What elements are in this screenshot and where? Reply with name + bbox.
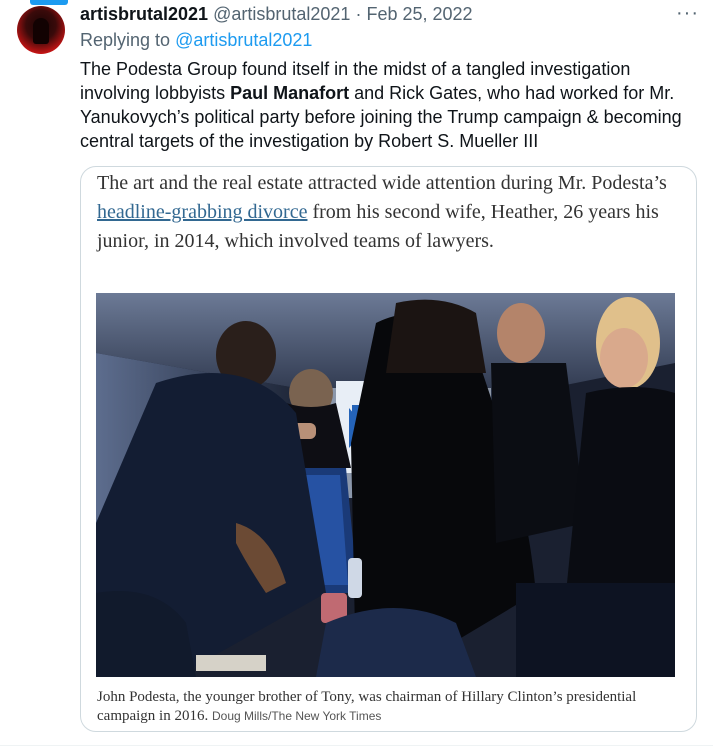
tweet-header: artisbrutal2021 @artisbrutal2021 · Feb 2… [80,4,693,26]
divorce-link[interactable]: headline-grabbing divorce [97,201,307,223]
article-photo: Cl K hillary [96,293,675,677]
airplane-cabin-photo: Cl K hillary [96,293,675,677]
display-name[interactable]: artisbrutal2021 [80,4,208,24]
article-excerpt: The art and the real estate attracted wi… [97,169,687,256]
replying-to-label: Replying to [80,30,171,50]
tweet-date[interactable]: Feb 25, 2022 [366,4,472,24]
more-options-icon[interactable]: ··· [676,2,699,25]
handle[interactable]: @artisbrutal2021 [213,4,350,24]
excerpt-part1: The art and the real estate attracted wi… [97,172,667,194]
divider [0,745,713,746]
photo-caption: John Podesta, the younger brother of Ton… [97,688,682,726]
tweet-text: The Podesta Group found itself in the mi… [80,57,700,153]
separator: · [355,4,362,24]
replying-to-handle-link[interactable]: @artisbrutal2021 [175,30,312,50]
attached-image-card[interactable]: The art and the real estate attracted wi… [80,166,697,732]
avatar-figure [33,18,49,44]
tweet-text-bold: Paul Manafort [230,83,350,103]
photo-credit: Doug Mills/The New York Times [211,709,382,723]
avatar[interactable] [17,6,65,54]
replying-to: Replying to @artisbrutal2021 [80,30,312,51]
tab-indicator [30,0,68,5]
